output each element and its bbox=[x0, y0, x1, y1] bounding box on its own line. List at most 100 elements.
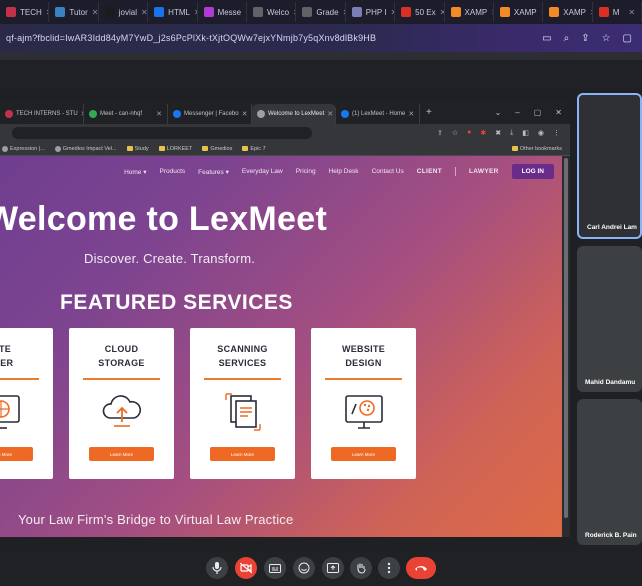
outer-tab[interactable]: XAMP✕ bbox=[445, 2, 494, 22]
participant-name: Roderick B. Pain bbox=[585, 532, 637, 539]
extension-puzzle-icon[interactable]: ✱ bbox=[480, 129, 486, 137]
profile-avatar-icon[interactable]: ◉ bbox=[538, 129, 544, 137]
outer-tab[interactable]: PHP I✕ bbox=[346, 2, 396, 22]
download-icon[interactable]: ⤓ bbox=[510, 129, 513, 137]
outer-tab[interactable]: TECH✕ bbox=[0, 2, 50, 22]
inner-tab[interactable]: Messenger | Facebo ✕ bbox=[168, 104, 252, 124]
nav-client[interactable]: CLIENT bbox=[417, 168, 442, 175]
bookmark-label: LORKEET bbox=[166, 145, 193, 152]
participant-tile[interactable]: Mahid Dandamu bbox=[577, 246, 642, 392]
more-options-button[interactable] bbox=[378, 557, 400, 579]
service-card-scanning[interactable]: SCANNING SERVICES Learn More bbox=[190, 328, 295, 479]
menu-icon[interactable]: ⋮ bbox=[553, 129, 560, 137]
extension-a-icon[interactable]: ✖ bbox=[495, 129, 501, 137]
nav-help-desk[interactable]: Help Desk bbox=[329, 168, 359, 175]
tab-favicon-icon bbox=[598, 7, 609, 17]
leave-call-button[interactable] bbox=[406, 557, 436, 579]
service-card-website-builder[interactable]: SITE LDER Learn More bbox=[0, 328, 53, 479]
close-window-icon[interactable]: ✕ bbox=[555, 108, 562, 117]
bookmark-item[interactable]: Expression |... bbox=[2, 145, 45, 152]
nav-everyday-law[interactable]: Everyday Law bbox=[242, 168, 283, 175]
camera-off-button[interactable] bbox=[235, 557, 257, 579]
nav-pricing[interactable]: Pricing bbox=[296, 168, 316, 175]
tab-search-icon[interactable]: ⌄ bbox=[495, 108, 502, 117]
search-icon[interactable]: ⌕ bbox=[564, 33, 570, 44]
close-tab-icon[interactable]: ✕ bbox=[92, 8, 98, 17]
participant-tile[interactable]: Carl Andrei Lam bbox=[577, 93, 642, 239]
star-icon[interactable]: ☆ bbox=[602, 33, 611, 44]
bookmark-star-icon[interactable]: ☆ bbox=[452, 129, 458, 137]
close-tab-icon[interactable]: ✕ bbox=[628, 8, 635, 17]
microphone-button[interactable] bbox=[206, 557, 228, 579]
inner-url-field[interactable] bbox=[12, 127, 312, 139]
raise-hand-button[interactable] bbox=[350, 557, 372, 579]
outer-tab[interactable]: Welco✕ bbox=[247, 2, 297, 22]
close-tab-icon[interactable]: ✕ bbox=[156, 110, 162, 118]
outer-toolbar-divider bbox=[0, 52, 642, 60]
service-card-website-design[interactable]: WEBSITE DESIGN Learn More bbox=[311, 328, 416, 479]
learn-more-button[interactable]: Learn More bbox=[331, 447, 396, 461]
card-divider bbox=[325, 378, 402, 380]
nav-contact[interactable]: Contact Us bbox=[372, 168, 404, 175]
outer-tab[interactable]: XAMP✕ bbox=[543, 2, 593, 22]
outer-tab[interactable]: jovial ✕ bbox=[99, 2, 149, 22]
outer-tab[interactable]: XAMP✕ bbox=[494, 2, 544, 22]
bookmark-item[interactable]: Epic 7 bbox=[242, 146, 266, 152]
more-options-icon bbox=[387, 562, 391, 574]
sidebar-icon[interactable]: ◧ bbox=[522, 129, 529, 137]
bookmark-item[interactable]: LORKEET bbox=[158, 145, 193, 152]
bookmark-label: Gmedios bbox=[210, 145, 233, 152]
page-scrollbar[interactable] bbox=[562, 156, 570, 537]
share-icon[interactable]: ⇪ bbox=[581, 33, 589, 44]
login-button[interactable]: LOG IN bbox=[511, 164, 554, 179]
tab-favicon-icon bbox=[203, 7, 214, 17]
outer-url-text[interactable]: qf-ajm?fbclid=IwAR3Idd84yM7YwD_j2s6PcPlX… bbox=[0, 33, 376, 43]
scrollbar-thumb[interactable] bbox=[564, 158, 568, 518]
outer-tab-label: PHP I bbox=[365, 7, 387, 17]
other-bookmarks[interactable]: Other bookmarks bbox=[511, 146, 570, 152]
service-card-cloud-storage[interactable]: CLOUD STORAGE Learn More bbox=[69, 328, 174, 479]
outer-tab[interactable]: HTML✕ bbox=[148, 2, 198, 22]
outer-tab[interactable]: M ✕ bbox=[593, 2, 642, 22]
restore-icon[interactable]: ▢ bbox=[534, 108, 542, 117]
inner-tab[interactable]: TECH INTERNS - STU✕ bbox=[0, 104, 84, 124]
close-tab-icon[interactable]: ✕ bbox=[242, 110, 248, 118]
outer-tab[interactable]: 50 Ex✕ bbox=[395, 2, 445, 22]
bookmark-item[interactable]: Gmedios bbox=[202, 146, 232, 152]
tab-favicon-icon bbox=[173, 110, 181, 118]
extension-red-icon[interactable]: ● bbox=[467, 129, 471, 137]
learn-more-button[interactable]: Learn More bbox=[89, 447, 154, 461]
close-tab-icon[interactable]: ✕ bbox=[141, 8, 147, 17]
close-tab-icon[interactable]: ✕ bbox=[408, 110, 414, 118]
bookmark-item[interactable]: Gmedios Impact Vel... bbox=[54, 145, 117, 152]
nav-products[interactable]: Products bbox=[159, 168, 185, 175]
service-card-title: SITE LDER bbox=[0, 344, 14, 368]
learn-more-button[interactable]: Learn More bbox=[210, 447, 275, 461]
inner-tab[interactable]: (1) LexMeet - Home ✕ bbox=[336, 104, 420, 124]
nav-separator bbox=[455, 167, 456, 176]
emoji-button[interactable] bbox=[293, 557, 315, 579]
outer-address-bar[interactable]: qf-ajm?fbclid=IwAR3Idd84yM7YwD_j2s6PcPlX… bbox=[0, 24, 642, 52]
minimize-icon[interactable]: – bbox=[515, 108, 519, 117]
tagline: Your Law Firm's Bridge to Virtual Law Pr… bbox=[18, 512, 294, 527]
outer-tab[interactable]: Grade✕ bbox=[296, 2, 346, 22]
share-page-icon[interactable]: ⇪ bbox=[437, 129, 443, 137]
tab-favicon-icon bbox=[5, 110, 13, 118]
extension-icon[interactable]: ▢ bbox=[623, 33, 632, 44]
inner-tab[interactable]: Welcome to LexMeet ✕ bbox=[252, 104, 336, 124]
device-icon[interactable]: ▭ bbox=[542, 33, 551, 44]
close-tab-icon[interactable]: ✕ bbox=[327, 110, 333, 118]
present-button[interactable] bbox=[322, 557, 344, 579]
nav-features[interactable]: Features ▾ bbox=[198, 168, 229, 176]
outer-tab[interactable]: Tutor ✕ bbox=[49, 2, 99, 22]
captions-button[interactable] bbox=[264, 557, 286, 579]
nav-home[interactable]: Home ▾ bbox=[124, 168, 146, 176]
outer-tab[interactable]: Messe✕ bbox=[198, 2, 247, 22]
camera-off-icon bbox=[240, 563, 252, 573]
bookmark-item[interactable]: Study bbox=[126, 146, 149, 152]
learn-more-button[interactable]: Learn More bbox=[0, 447, 33, 461]
new-tab-icon[interactable]: + bbox=[426, 107, 432, 118]
participant-tile[interactable]: Roderick B. Pain bbox=[577, 399, 642, 545]
inner-tab[interactable]: Meet - can-nhqf ✕ bbox=[84, 104, 168, 124]
nav-lawyer[interactable]: LAWYER bbox=[469, 168, 499, 175]
